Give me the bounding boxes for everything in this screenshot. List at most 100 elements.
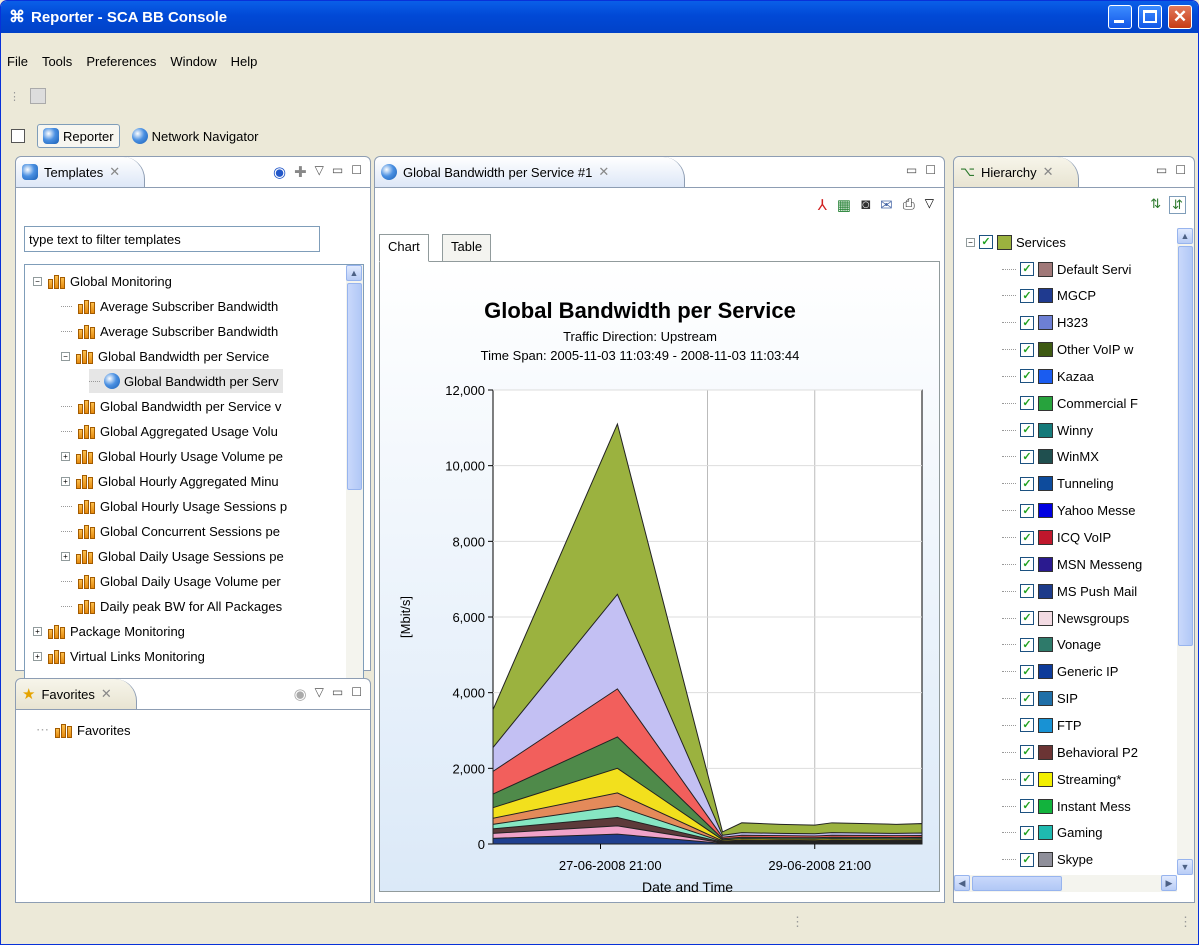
excel-export-icon[interactable]: ▦ — [837, 196, 851, 214]
checkbox[interactable]: ✓ — [1020, 503, 1034, 518]
scroll-up-button[interactable]: ▲ — [1177, 228, 1193, 244]
scroll-thumb[interactable] — [347, 283, 362, 490]
tab-chart[interactable]: Chart — [379, 234, 429, 262]
menu-window[interactable]: Window — [170, 54, 216, 69]
checkbox[interactable]: ✓ — [979, 235, 993, 249]
save-icon[interactable] — [30, 88, 46, 104]
checkbox[interactable]: ✓ — [1020, 423, 1034, 438]
checkbox[interactable]: ✓ — [1020, 449, 1034, 464]
scroll-left-button[interactable]: ◀ — [954, 875, 970, 891]
tree-item[interactable]: + Global Daily Usage Sessions pe — [61, 544, 284, 568]
open-perspective-button[interactable] — [5, 125, 31, 147]
pdf-export-icon[interactable]: ⅄ — [818, 196, 827, 214]
hierarchy-horizontal-scrollbar[interactable]: ◀ ▶ — [954, 875, 1177, 892]
hierarchy-item[interactable]: ✓ Other VoIP w — [1002, 338, 1133, 362]
tree-item[interactable]: Average Subscriber Bandwidth — [61, 319, 278, 343]
favorites-tab[interactable]: ★ Favorites ✕ — [16, 679, 137, 709]
checkbox[interactable]: ✓ — [1020, 799, 1034, 813]
tree-item[interactable]: Global Bandwidth per Serv — [89, 369, 283, 393]
maximize-panel-icon[interactable]: ☐ — [351, 685, 362, 703]
tree-item[interactable]: Global Daily Usage Volume per — [61, 569, 281, 593]
tree-item[interactable]: − Global Bandwidth per Service — [61, 344, 269, 368]
hierarchy-item[interactable]: ✓ Default Servi — [1002, 257, 1131, 281]
minimize-panel-icon[interactable]: ▭ — [332, 163, 343, 181]
tree-item[interactable]: Global Aggregated Usage Volu — [61, 419, 278, 443]
expand-icon[interactable]: + — [33, 651, 42, 661]
favorites-item[interactable]: ⋯ Favorites — [36, 718, 130, 742]
checkbox[interactable]: ✓ — [1020, 825, 1034, 840]
hierarchy-item[interactable]: ✓ Tunneling — [1002, 472, 1114, 496]
hierarchy-item[interactable]: ✓ MS Push Mail — [1002, 579, 1137, 603]
checkbox[interactable]: ✓ — [1020, 772, 1034, 787]
expand-icon[interactable]: + — [61, 451, 70, 461]
hierarchy-root[interactable]: − ✓ Services — [966, 230, 1066, 254]
menu-file[interactable]: File — [7, 54, 28, 69]
tree-item[interactable]: + Virtual Links Monitoring — [33, 644, 205, 668]
close-tab-icon[interactable]: ✕ — [598, 164, 609, 180]
tree-item[interactable]: Average Subscriber Bandwidth — [61, 294, 278, 318]
menu-preferences[interactable]: Preferences — [86, 54, 156, 69]
hierarchy-item[interactable]: ✓ H323 — [1002, 311, 1088, 335]
view-menu-icon[interactable]: ▽ — [925, 196, 934, 214]
hierarchy-item[interactable]: ✓ WinMX — [1002, 445, 1099, 469]
maximize-button[interactable] — [1138, 5, 1162, 29]
tab-table[interactable]: Table — [442, 234, 492, 262]
hierarchy-item[interactable]: ✓ Streaming* — [1002, 767, 1121, 791]
collapse-all-icon[interactable]: ⇅ — [1150, 196, 1161, 214]
hierarchy-item[interactable]: ✓ Gaming — [1002, 821, 1103, 845]
templates-tab[interactable]: Templates ✕ — [16, 157, 146, 187]
minimize-panel-icon[interactable]: ▭ — [1156, 163, 1167, 177]
checkbox[interactable]: ✓ — [1020, 718, 1034, 733]
expand-icon[interactable]: + — [61, 476, 70, 486]
email-icon[interactable]: ✉ — [880, 196, 893, 214]
checkbox[interactable]: ✓ — [1020, 369, 1034, 384]
new-template-icon[interactable]: ✚ — [294, 163, 307, 181]
template-filter-input[interactable] — [24, 226, 320, 252]
view-menu-icon[interactable]: ▽ — [315, 685, 324, 703]
expand-all-icon[interactable]: ⇵ — [1169, 196, 1186, 214]
h-scroll-thumb[interactable] — [972, 876, 1062, 891]
checkbox[interactable]: ✓ — [1020, 611, 1034, 626]
scroll-down-button[interactable]: ▼ — [1177, 859, 1193, 875]
menu-help[interactable]: Help — [231, 54, 258, 69]
menu-tools[interactable]: Tools — [42, 54, 72, 69]
checkbox[interactable]: ✓ — [1020, 745, 1034, 760]
maximize-panel-icon[interactable]: ☐ — [351, 163, 362, 181]
hierarchy-item[interactable]: ✓ Instant Mess — [1002, 794, 1131, 818]
reporter-perspective-button[interactable]: Reporter — [37, 124, 120, 148]
checkbox[interactable]: ✓ — [1020, 315, 1034, 330]
tree-item[interactable]: Global Concurrent Sessions pe — [61, 519, 280, 543]
scroll-up-button[interactable]: ▲ — [346, 265, 362, 281]
minimize-button[interactable] — [1108, 5, 1132, 29]
checkbox[interactable]: ✓ — [1020, 637, 1034, 652]
close-button[interactable]: ✕ — [1168, 5, 1192, 29]
tree-item[interactable]: Global Hourly Usage Sessions p — [61, 494, 287, 518]
hierarchy-item[interactable]: ✓ Skype — [1002, 848, 1093, 872]
collapse-icon[interactable]: − — [61, 351, 70, 361]
hierarchy-item[interactable]: ✓ FTP — [1002, 713, 1082, 737]
maximize-panel-icon[interactable]: ☐ — [1175, 163, 1186, 177]
report-tab[interactable]: Global Bandwidth per Service #1 ✕ — [375, 157, 685, 187]
close-tab-icon[interactable]: ✕ — [101, 686, 112, 702]
snapshot-icon[interactable]: ◙ — [861, 196, 870, 214]
checkbox[interactable]: ✓ — [1020, 664, 1034, 679]
view-menu-icon[interactable]: ▽ — [315, 163, 324, 181]
tree-item[interactable]: + Global Hourly Aggregated Minu — [61, 469, 279, 493]
hierarchy-item[interactable]: ✓ Commercial F — [1002, 391, 1138, 415]
hierarchy-item[interactable]: ✓ MGCP — [1002, 284, 1096, 308]
checkbox[interactable]: ✓ — [1020, 852, 1034, 867]
print-icon[interactable]: ⎙ — [903, 196, 915, 214]
close-tab-icon[interactable]: ✕ — [1043, 164, 1054, 180]
run-icon[interactable]: ◉ — [273, 163, 286, 181]
checkbox[interactable]: ✓ — [1020, 288, 1034, 303]
run-icon[interactable]: ◉ — [294, 685, 307, 703]
tree-item[interactable]: − Global Monitoring — [33, 269, 172, 293]
maximize-panel-icon[interactable]: ☐ — [925, 163, 936, 177]
hierarchy-item[interactable]: ✓ Yahoo Messe — [1002, 499, 1136, 523]
network-navigator-perspective-button[interactable]: Network Navigator — [126, 124, 265, 148]
hierarchy-item[interactable]: ✓ Winny — [1002, 418, 1093, 442]
scroll-right-button[interactable]: ▶ — [1161, 875, 1177, 891]
tree-item[interactable]: Daily peak BW for All Packages — [61, 594, 282, 618]
checkbox[interactable]: ✓ — [1020, 476, 1034, 491]
hierarchy-item[interactable]: ✓ Vonage — [1002, 633, 1101, 657]
